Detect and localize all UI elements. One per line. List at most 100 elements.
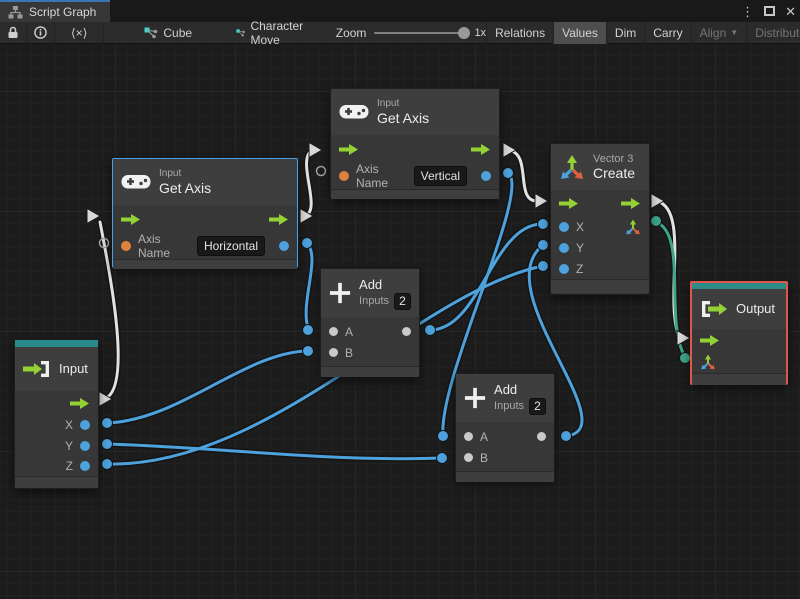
flow-wire-arrow-icon[interactable] xyxy=(650,192,666,210)
input-port-x[interactable] xyxy=(559,221,569,232)
unconnected-port-ring[interactable] xyxy=(315,165,327,177)
node-add-1[interactable]: Add Inputs 2 A B xyxy=(320,268,420,377)
toggle-relations[interactable]: Relations xyxy=(486,21,553,44)
more-icon[interactable]: ⋮ xyxy=(741,5,754,18)
node-output-event[interactable]: Output xyxy=(690,281,788,385)
flow-port-icon[interactable] xyxy=(70,397,90,409)
result-port[interactable] xyxy=(279,241,289,251)
flow-row xyxy=(331,135,499,163)
wire-endpoint[interactable] xyxy=(437,430,449,442)
tab-bar: Script Graph ⋮ ✕ xyxy=(0,0,800,22)
axis-name-port[interactable] xyxy=(339,171,349,181)
wire xyxy=(655,199,681,339)
toggle-values[interactable]: Values xyxy=(553,21,606,44)
graph-canvas[interactable]: Input X Y Z Input Get Axis Axis Name Hor… xyxy=(0,44,800,599)
tab-script-graph[interactable]: Script Graph xyxy=(0,0,111,22)
flow-out-icon[interactable] xyxy=(621,197,641,209)
axis-name-field[interactable]: Vertical xyxy=(413,166,467,186)
param-row: Axis Name Vertical xyxy=(331,162,499,190)
result-port[interactable] xyxy=(481,171,491,181)
flow-wire-arrow-icon[interactable] xyxy=(308,141,324,159)
axis-name-port[interactable] xyxy=(121,241,131,251)
wire-endpoint[interactable] xyxy=(502,167,514,179)
port-row: Y xyxy=(551,237,649,258)
wire-endpoint[interactable] xyxy=(101,458,113,470)
flow-wire-arrow-icon[interactable] xyxy=(534,192,550,210)
menu-align[interactable]: Align ▼ xyxy=(690,21,747,44)
input-port-b[interactable] xyxy=(329,348,338,357)
axis-name-field[interactable]: Horizontal xyxy=(196,236,265,256)
zoom-label: Zoom xyxy=(335,25,367,40)
input-port-z[interactable] xyxy=(559,263,569,274)
value-port-y[interactable] xyxy=(80,440,90,451)
breadcrumb-graph-character-move[interactable]: Character Move xyxy=(226,19,318,47)
code-view-button[interactable]: ⟨×⟩ xyxy=(55,21,105,44)
vector3-result-port[interactable] xyxy=(625,219,641,235)
wire-endpoint[interactable] xyxy=(436,452,448,464)
sum-port[interactable] xyxy=(537,432,546,441)
inputs-count-field[interactable]: 2 xyxy=(394,292,411,310)
wire-endpoint[interactable] xyxy=(537,260,549,272)
flow-wire-arrow-icon[interactable] xyxy=(299,207,315,225)
zoom-control: Zoom 1x xyxy=(336,26,486,40)
toggle-carry[interactable]: Carry xyxy=(644,21,690,44)
input-port-a[interactable] xyxy=(464,432,473,441)
flow-out-icon[interactable] xyxy=(471,143,491,155)
node-input-event[interactable]: Input X Y Z xyxy=(14,339,99,489)
wire-endpoint[interactable] xyxy=(537,239,549,251)
graph-asset-label: Cube xyxy=(163,25,193,40)
menu-distribute[interactable]: Distribute▼ xyxy=(746,21,800,44)
flow-wire-arrow-icon[interactable] xyxy=(98,390,114,408)
input-port-a[interactable] xyxy=(329,327,338,336)
node-title: Input xyxy=(59,361,88,376)
wire-endpoint[interactable] xyxy=(650,215,662,227)
wire xyxy=(654,220,687,359)
lock-button[interactable] xyxy=(0,21,27,44)
graph-asset-icon xyxy=(144,27,158,38)
flow-wire-arrow-icon[interactable] xyxy=(86,207,102,225)
zoom-slider-handle[interactable] xyxy=(458,26,471,39)
input-port-y[interactable] xyxy=(559,242,569,253)
wire-endpoint[interactable] xyxy=(101,438,113,450)
wire-endpoint[interactable] xyxy=(424,324,436,336)
breadcrumb-graph-cube[interactable]: Cube xyxy=(134,26,202,40)
flow-in-icon[interactable] xyxy=(121,213,141,225)
wire xyxy=(428,222,543,332)
port-row: Z xyxy=(551,258,649,279)
node-vector3-create[interactable]: Vector 3 Create X Y Z xyxy=(550,143,650,295)
unconnected-port-ring[interactable] xyxy=(98,237,110,249)
vector3-input-port[interactable] xyxy=(700,354,716,370)
close-icon[interactable]: ✕ xyxy=(785,5,796,18)
wire-endpoint[interactable] xyxy=(560,430,572,442)
wire-endpoint[interactable] xyxy=(101,417,113,429)
input-event-icon xyxy=(23,361,49,377)
param-label: Axis Name xyxy=(356,162,389,190)
value-port-z[interactable] xyxy=(80,461,90,471)
node-get-axis-horizontal[interactable]: Input Get Axis Axis Name Horizontal xyxy=(112,158,298,269)
node-footer xyxy=(15,476,98,488)
flow-in-icon[interactable] xyxy=(700,334,720,346)
toggle-dim[interactable]: Dim xyxy=(605,21,644,44)
wire-endpoint[interactable] xyxy=(302,345,314,357)
sum-port[interactable] xyxy=(402,327,411,336)
node-add-2[interactable]: Add Inputs 2 A B xyxy=(455,373,555,482)
gamepad-icon xyxy=(339,105,369,119)
maximize-icon[interactable] xyxy=(764,6,776,16)
flow-wire-arrow-icon[interactable] xyxy=(676,329,692,347)
node-footer xyxy=(456,471,554,482)
node-get-axis-vertical[interactable]: Input Get Axis Axis Name Vertical xyxy=(330,88,500,199)
input-port-b[interactable] xyxy=(464,453,473,462)
flow-wire-arrow-icon[interactable] xyxy=(502,141,518,159)
flow-in-icon[interactable] xyxy=(339,143,359,155)
flow-in-icon[interactable] xyxy=(559,197,579,209)
value-port-x[interactable] xyxy=(80,420,90,430)
inputs-count-field[interactable]: 2 xyxy=(529,397,546,415)
wire-endpoint[interactable] xyxy=(302,324,314,336)
wire xyxy=(105,349,308,425)
flow-out-icon[interactable] xyxy=(269,213,289,225)
zoom-slider[interactable] xyxy=(374,26,471,39)
wire-endpoint[interactable] xyxy=(679,352,691,364)
info-button[interactable] xyxy=(27,21,55,44)
wire-endpoint[interactable] xyxy=(301,237,313,249)
wire-endpoint[interactable] xyxy=(537,218,549,230)
